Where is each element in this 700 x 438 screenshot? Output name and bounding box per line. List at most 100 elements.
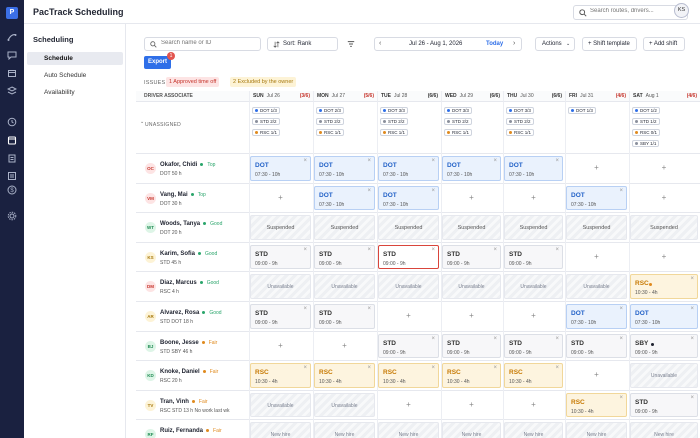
close-icon[interactable]: × [619,306,623,312]
unassigned-pill[interactable]: RSC 0/1 [632,129,661,136]
unassigned-pill[interactable]: SBY 1/1 [632,140,660,147]
add-shift-slot[interactable]: + [250,186,311,211]
driver-label[interactable]: OC Okafor, Chidi Top DOT 50 h [136,154,249,183]
shift-card[interactable]: DOT 07:30 - 10h × [566,185,627,211]
unassigned-pill[interactable]: STD 2/2 [252,118,280,125]
close-icon[interactable]: × [493,158,497,164]
close-icon[interactable]: × [431,158,435,164]
shift-card[interactable]: STD 09:00 - 9h × [314,304,375,329]
close-icon[interactable]: × [303,158,307,164]
close-icon[interactable]: × [367,158,371,164]
unassigned-pill[interactable]: RSC 1/1 [252,129,281,136]
unassigned-pill[interactable]: STD 2/2 [316,118,344,125]
unassigned-pill[interactable]: STD 1/2 [632,118,660,125]
add-shift-slot[interactable]: + [504,304,563,329]
close-icon[interactable]: × [303,365,307,371]
shift-card[interactable]: RSC 10:30 - 4h × [442,363,501,388]
unassigned-pill[interactable]: RSC 1/1 [316,129,345,136]
driver-label[interactable]: AR Alvarez, Rosa Good STD DOT 18 h [136,302,249,331]
driver-search-input[interactable] [161,40,258,46]
add-shift-slot[interactable]: + [378,393,439,418]
add-shift-button[interactable]: + Add shift [643,37,685,51]
close-icon[interactable]: × [303,247,307,253]
chevron-down-icon[interactable]: ⌄ [140,119,144,125]
shift-card[interactable]: DOT 07:30 - 10h × [378,185,439,211]
sidebar-item-availability[interactable]: Availability [27,86,123,99]
shift-card[interactable]: RSC 10:30 - 4h × [378,363,439,388]
close-icon[interactable]: × [690,395,694,401]
add-shift-slot[interactable]: + [442,186,501,211]
unassigned-pill[interactable]: DOT 3/3 [506,107,534,114]
driver-label[interactable]: VM Vang, Mai Top DOT 30 h [136,184,249,213]
unassigned-pill[interactable]: DOT 3/3 [444,107,472,114]
unassigned-pill[interactable]: STD 2/2 [444,118,472,125]
unassigned-pill[interactable]: DOT 1/2 [632,107,660,114]
clock-icon[interactable] [7,117,17,127]
close-icon[interactable]: × [619,395,623,401]
gear-icon[interactable] [7,211,17,221]
unassigned-pill[interactable]: DOT 3/3 [380,107,408,114]
shift-card[interactable]: SBY 09:00 - 9h × [630,333,698,359]
add-shift-slot[interactable]: + [378,304,439,329]
shift-template-button[interactable]: + Shift template [582,37,637,51]
app-logo[interactable]: P [6,7,18,19]
add-shift-slot[interactable]: + [566,363,627,388]
shift-card[interactable]: DOT 07:30 - 10h × [250,156,311,181]
driver-label[interactable]: KD Knoke, Daniel Fair RSC 20 h [136,361,249,390]
sidebar-item-schedule[interactable]: Schedule [27,52,123,65]
close-icon[interactable]: × [619,336,623,342]
layers-icon[interactable] [7,86,17,96]
driver-label[interactable]: KS Karim, Sofia Good STD 45 h [136,243,249,272]
shift-card[interactable]: DOT 07:30 - 10h × [378,156,439,181]
close-icon[interactable]: × [555,365,559,371]
sidebar-item-auto-schedule[interactable]: Auto Schedule [27,69,123,82]
close-icon[interactable]: × [690,306,694,312]
route-icon[interactable] [7,32,17,42]
close-icon[interactable]: × [367,365,371,371]
unassigned-pill[interactable]: RSC 1/1 [444,129,473,136]
add-shift-slot[interactable]: + [566,245,627,270]
close-icon[interactable]: × [619,188,623,194]
calendar-icon[interactable] [7,135,17,145]
shift-card[interactable]: RSC 10:30 - 4h × [566,392,627,418]
shift-card[interactable]: DOT 07:30 - 10h × [442,156,501,181]
shift-card[interactable]: RSC 10:30 - 4h × [250,363,311,388]
shift-card[interactable]: STD 09:00 - 9h × [504,333,563,359]
close-icon[interactable]: × [555,247,559,253]
shift-card[interactable]: DOT 07:30 - 10h × [314,156,375,181]
shift-card[interactable]: STD 09:00 - 9h × [250,304,311,329]
unassigned-pill[interactable]: DOT 1/3 [252,107,280,114]
box-icon[interactable] [7,68,17,78]
unassigned-pill[interactable]: DOT 1/3 [568,107,596,114]
driver-label[interactable]: WT Woods, Tanya Good DOT 20 h [136,213,249,242]
add-shift-slot[interactable]: + [504,186,563,211]
shift-card[interactable]: STD 09:00 - 9h × [442,333,501,359]
add-shift-slot[interactable]: + [442,304,501,329]
add-shift-slot[interactable]: + [630,156,698,181]
shift-card[interactable]: STD 09:00 - 9h × [566,333,627,359]
driver-label[interactable]: DM Diaz, Marcus Good RSC 4 h [136,272,249,301]
shift-card[interactable]: STD 09:00 - 9h × [314,244,375,270]
shift-card[interactable]: STD 09:00 - 9h × [630,392,698,418]
dollar-icon[interactable]: $ [7,185,17,195]
close-icon[interactable]: × [493,247,497,253]
shift-card[interactable]: DOT 07:30 - 10h × [504,156,563,181]
shift-card[interactable]: DOT 07:30 - 10h × [314,185,375,211]
add-shift-slot[interactable]: + [630,186,698,211]
close-icon[interactable]: × [690,276,694,282]
close-icon[interactable]: × [493,365,497,371]
approved-time-off-chip[interactable]: 1 Approved time off [166,77,220,87]
clipboard-icon[interactable] [7,153,17,163]
driver-search[interactable] [144,37,261,51]
filter-icon[interactable] [347,40,355,48]
driver-label[interactable]: RF Ruiz, Fernanda Fair [136,420,249,438]
add-shift-slot[interactable]: + [250,334,311,359]
add-shift-slot[interactable]: + [504,393,563,418]
excluded-by-owner-chip[interactable]: 2 Excluded by the owner [230,77,297,87]
next-week-chevron-icon[interactable]: › [513,38,515,50]
unassigned-pill[interactable]: STD 2/2 [506,118,534,125]
close-icon[interactable]: × [431,247,435,253]
close-icon[interactable]: × [431,365,435,371]
close-icon[interactable]: × [367,306,371,312]
driver-label[interactable]: BJ Boone, Jesse Fair STD SBY 46 h [136,332,249,361]
